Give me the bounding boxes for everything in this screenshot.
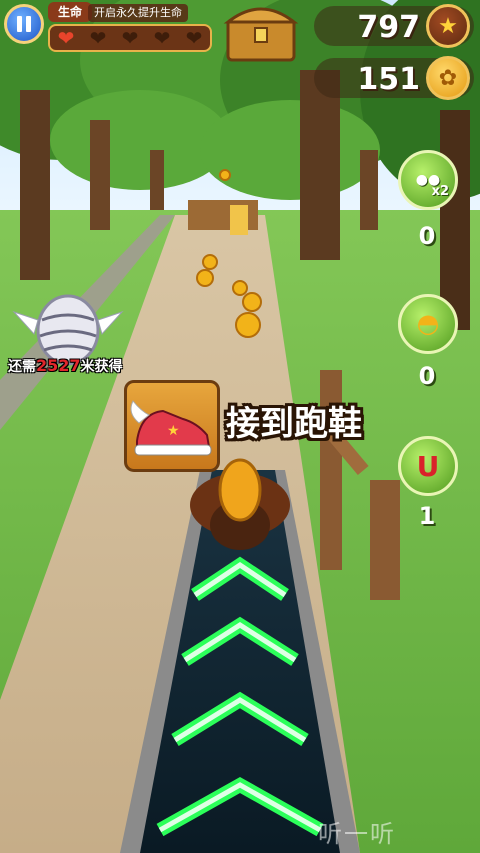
coin-panel: 151 ✿ xyxy=(314,56,474,100)
heart-empty-icon: ❤ xyxy=(121,26,139,50)
egg-suffix: 米获得 xyxy=(80,359,123,375)
upgrade-life-hint[interactable]: 开启永久提升生命 xyxy=(88,4,188,22)
hearts-bar: ❤ ❤ ❤ ❤ ❤ xyxy=(48,24,212,52)
helmet-icon: ◓ xyxy=(416,309,440,339)
magnet-count: 1 xyxy=(418,502,436,530)
magnet-icon: U xyxy=(416,449,440,483)
egg-progress-text: 还需2527米获得 xyxy=(8,356,123,376)
pause-bar-right xyxy=(26,16,31,32)
egg-prefix: 还需 xyxy=(8,359,36,375)
pause-button[interactable] xyxy=(4,4,44,44)
pickup-notification: 接到跑鞋 xyxy=(226,404,362,444)
coin-double-count: 0 xyxy=(418,222,436,250)
coin-double-badge: x2 xyxy=(431,184,449,199)
shoe-graphic: ★ xyxy=(130,400,212,456)
coin-count: 151 xyxy=(357,62,420,97)
score-panel: 797 ★ xyxy=(314,4,474,48)
heart-icon: ❤ xyxy=(57,26,75,50)
life-panel: ❤ ❤ ❤ ❤ ❤ 生命 开启永久提升生命 xyxy=(48,2,212,54)
watermark: 听一听 xyxy=(318,820,396,848)
coin-double-button[interactable]: ●● x2 xyxy=(398,150,458,210)
heart-empty-icon: ❤ xyxy=(89,26,107,50)
heart-empty-icon: ❤ xyxy=(185,26,203,50)
pause-bar-left xyxy=(17,16,22,32)
life-label: 生命 xyxy=(48,2,93,22)
coin-icon: ✿ xyxy=(426,56,470,100)
magnet-button[interactable]: U xyxy=(398,436,458,496)
star-icon: ★ xyxy=(426,4,470,48)
egg-distance: 2527 xyxy=(36,356,81,375)
running-shoe-icon: ★ xyxy=(124,380,220,472)
heart-empty-icon: ❤ xyxy=(153,26,171,50)
helmet-count: 0 xyxy=(418,362,436,390)
svg-text:★: ★ xyxy=(167,423,180,439)
treasure-chest-icon[interactable] xyxy=(220,2,300,64)
helmet-button[interactable]: ◓ xyxy=(398,294,458,354)
score-value: 797 xyxy=(357,10,420,45)
